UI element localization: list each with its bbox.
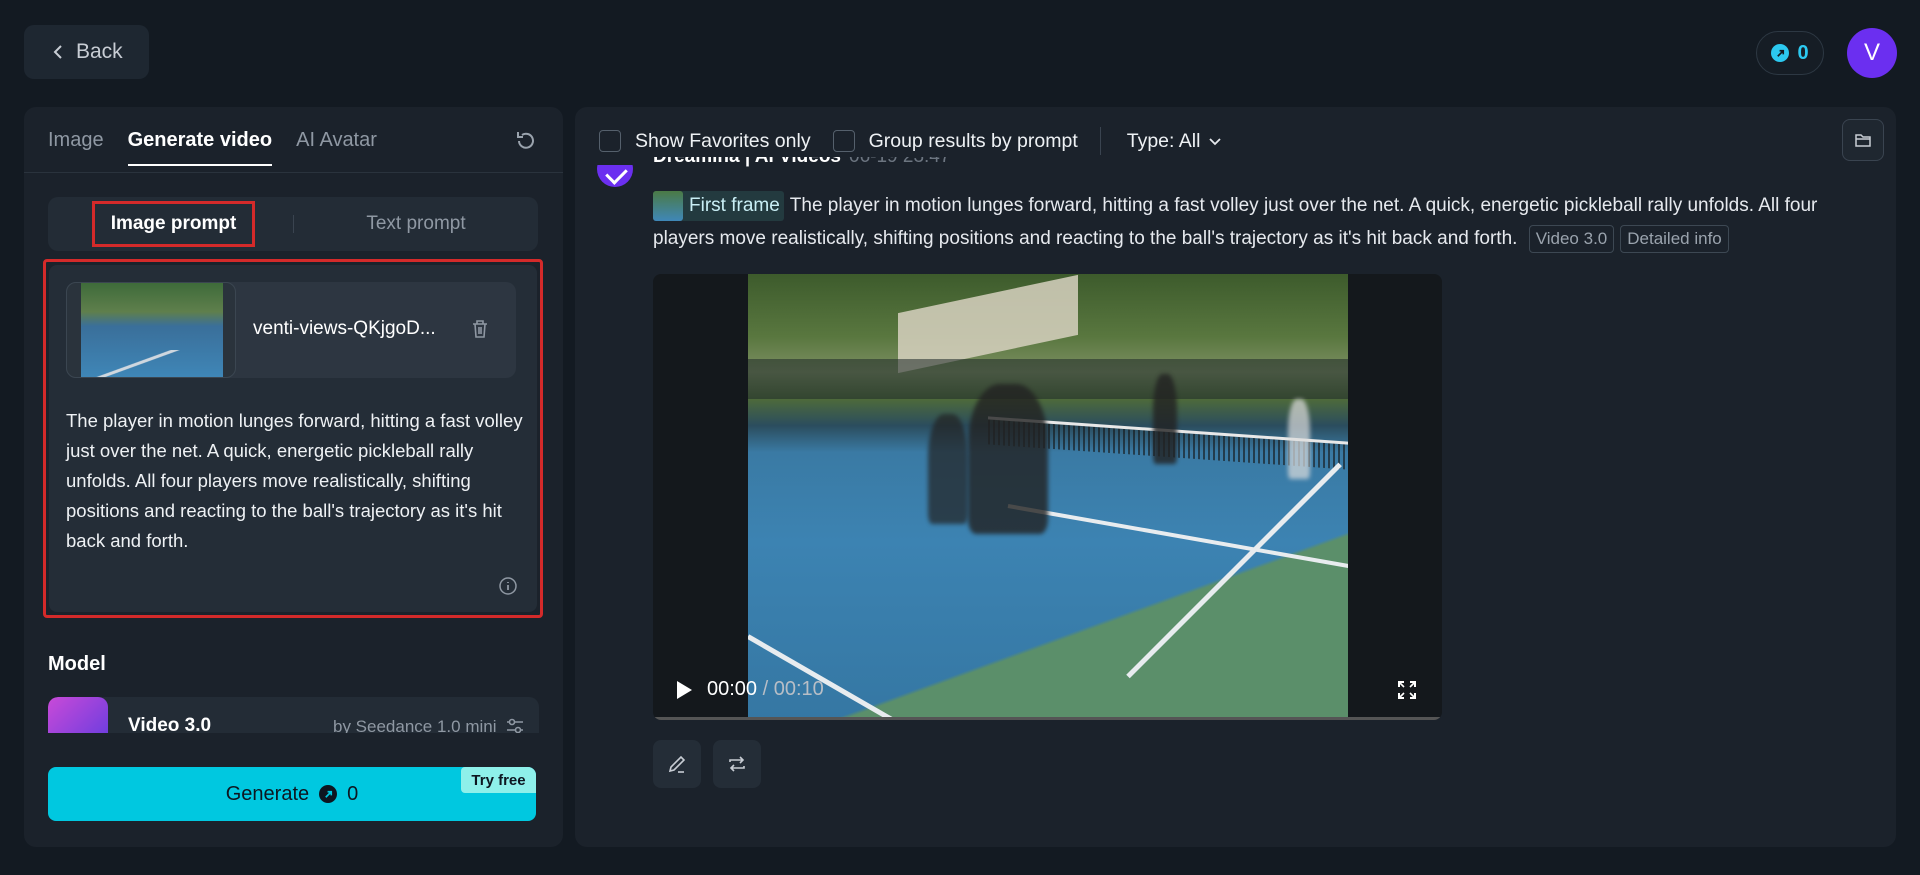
generate-cost: 0: [347, 782, 359, 805]
video-time: 00:00 / 00:10: [707, 678, 824, 701]
filter-divider: [1099, 127, 1101, 155]
first-frame-label: First frame: [689, 195, 780, 217]
repeat-icon: [729, 756, 745, 772]
model-scroll-fade: [48, 733, 539, 741]
type-label: Type: All: [1126, 129, 1201, 152]
credits-count: 0: [1797, 41, 1809, 64]
type-dropdown[interactable]: Type: All: [1127, 130, 1223, 153]
favorites-checkbox[interactable]: [599, 130, 621, 152]
prompt-textarea[interactable]: The player in motion lunges forward, hit…: [66, 406, 526, 556]
text-prompt-option[interactable]: Text prompt: [294, 197, 538, 251]
tab-ai-avatar[interactable]: AI Avatar: [296, 129, 377, 166]
dreamina-logo: [597, 165, 633, 187]
folder-button[interactable]: [1842, 119, 1884, 161]
video-progress-bar[interactable]: [653, 717, 1442, 720]
fullscreen-icon[interactable]: [1397, 680, 1417, 700]
trash-icon[interactable]: [469, 318, 491, 340]
result-source: Dreamina | AI Videos: [653, 157, 841, 167]
detailed-info-badge[interactable]: Detailed info: [1620, 224, 1729, 253]
result-header: Dreamina | AI Videos 06-19 23:47: [653, 157, 950, 171]
avatar-initial: V: [1863, 39, 1880, 66]
uploaded-image-card[interactable]: venti-views-QKjgoD...: [66, 282, 516, 378]
uploaded-file-name: venti-views-QKjgoD...: [253, 318, 436, 339]
info-icon[interactable]: [497, 575, 519, 597]
video-controls: 00:00 / 00:10: [653, 660, 1442, 720]
model-badge[interactable]: Video 3.0: [1528, 224, 1615, 253]
group-label: Group results by prompt: [868, 129, 1078, 152]
first-frame-thumbnail: [653, 190, 683, 221]
credit-coin-icon: [319, 785, 338, 803]
result-timestamp: 06-19 23:47: [849, 157, 950, 167]
tab-generate-video[interactable]: Generate video: [127, 129, 273, 166]
back-button[interactable]: Back: [24, 25, 149, 79]
chevron-down-icon: [1209, 138, 1222, 146]
model-thumbnail: [48, 697, 108, 737]
prompt-mode-toggle: Image prompt Text prompt: [48, 197, 538, 251]
result-description: First frame The player in motion lunges f…: [653, 189, 1878, 255]
left-panel: Image Generate video AI Avatar Image pro…: [24, 107, 563, 847]
pencil-icon: [668, 755, 686, 773]
prompt-editor[interactable]: venti-views-QKjgoD... The player in moti…: [49, 265, 537, 612]
generate-label: Generate: [225, 782, 310, 805]
video-current-time: 00:00: [707, 678, 758, 700]
favorites-filter[interactable]: Show Favorites only: [599, 130, 811, 153]
credit-coin-icon: [1771, 44, 1790, 62]
model-section-label: Model: [48, 653, 106, 675]
first-frame-tag[interactable]: First frame: [653, 190, 784, 221]
folder-icon: [1855, 134, 1871, 147]
prompt-box-highlight: venti-views-QKjgoD... The player in moti…: [43, 259, 543, 618]
filter-bar: Show Favorites only Group results by pro…: [599, 127, 1222, 155]
regenerate-button[interactable]: [713, 740, 761, 788]
video-duration: 00:10: [773, 678, 824, 700]
group-checkbox[interactable]: [832, 130, 855, 152]
back-label: Back: [76, 40, 123, 63]
group-filter[interactable]: Group results by prompt: [832, 129, 1078, 153]
play-icon[interactable]: [675, 680, 693, 700]
credits-pill[interactable]: 0: [1756, 31, 1824, 75]
avatar[interactable]: V: [1847, 28, 1897, 78]
reset-icon[interactable]: [514, 129, 538, 153]
mode-tabs: Image Generate video AI Avatar: [48, 129, 377, 166]
try-free-badge: Try free: [461, 767, 536, 793]
video-time-separator: /: [762, 678, 769, 700]
edit-button[interactable]: [653, 740, 701, 788]
uploaded-image-thumbnail: [66, 282, 236, 378]
image-prompt-option[interactable]: Image prompt: [92, 201, 255, 247]
tab-image[interactable]: Image: [48, 129, 104, 166]
video-frame-image: [748, 274, 1348, 720]
results-panel: Show Favorites only Group results by pro…: [575, 107, 1896, 847]
tab-divider: [24, 172, 563, 173]
model-selector[interactable]: Video 3.0 by Seedance 1.0 mini: [48, 697, 539, 737]
favorites-label: Show Favorites only: [635, 129, 811, 152]
video-player[interactable]: 00:00 / 00:10: [653, 274, 1442, 720]
chevron-left-icon: [53, 45, 62, 59]
